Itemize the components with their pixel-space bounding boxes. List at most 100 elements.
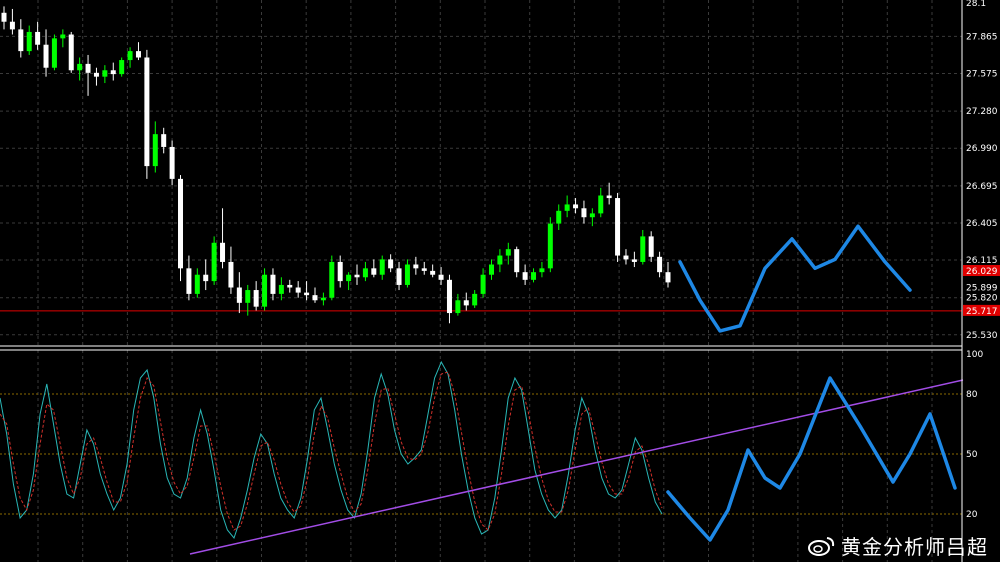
candle-body: [631, 259, 637, 262]
candle-body: [598, 195, 604, 214]
candle-body: [110, 70, 116, 75]
price-tick-label: 26.990: [966, 144, 998, 154]
candle-body: [60, 34, 66, 39]
candle-body: [262, 274, 268, 307]
candle-body: [77, 63, 83, 71]
candle-body: [43, 44, 49, 68]
candle-body: [51, 38, 57, 68]
candle-body: [270, 274, 276, 294]
candle-body: [354, 274, 360, 278]
oscillator-tick-label: 20: [966, 510, 978, 520]
candle-body: [657, 256, 663, 273]
candle-body: [539, 268, 545, 273]
candle-body: [640, 236, 646, 262]
candle-body: [9, 21, 15, 30]
candle-body: [362, 268, 368, 278]
candle-body: [581, 208, 587, 218]
candle-body: [144, 57, 150, 167]
candle-body: [556, 210, 562, 224]
candle-body: [161, 134, 167, 147]
candle-body: [497, 255, 503, 265]
candle-body: [522, 272, 528, 280]
candle-body: [379, 259, 385, 275]
candle-body: [278, 284, 284, 294]
candle-body: [606, 195, 612, 199]
candle-body: [488, 264, 494, 275]
candle-body: [446, 279, 452, 314]
price-tick-label: 26.695: [966, 182, 998, 192]
candle-body: [169, 146, 175, 179]
oscillator-tick-label: 50: [966, 450, 978, 460]
candle-body: [455, 300, 461, 314]
candle-body: [295, 287, 301, 293]
candle-body: [26, 31, 32, 52]
candle-body: [346, 274, 352, 282]
candle-body: [531, 272, 537, 280]
candle-body: [186, 268, 192, 294]
price-value-label: 26.029: [966, 267, 998, 277]
candle-body: [320, 297, 326, 301]
oscillator-tick-label: 100: [966, 350, 983, 360]
watermark: 黄金分析师吕超: [807, 531, 988, 560]
candle-body: [35, 31, 41, 45]
candle-body: [421, 268, 427, 271]
candle-body: [135, 51, 141, 58]
price-tick-label: 27.280: [966, 107, 998, 117]
candle-body: [287, 284, 293, 288]
candle-body: [194, 274, 200, 294]
chart-canvas: 27.865 27.575 27.280 26.990 26.695 26.405 26.1…: [0, 0, 1000, 562]
candle-body: [220, 242, 226, 262]
candle-body: [665, 272, 671, 283]
candle-body: [388, 259, 394, 269]
oscillator-tick-label: 80: [966, 390, 978, 400]
candle-body: [329, 261, 335, 298]
candle-body: [371, 268, 377, 275]
price-tick-label: 26.405: [966, 219, 998, 229]
price-tick-label: 27.575: [966, 69, 998, 79]
candle-body: [589, 213, 595, 218]
candle-body: [245, 290, 251, 303]
candle-body: [648, 236, 654, 257]
candle-body: [127, 51, 133, 61]
price-tick-label: 27.865: [966, 32, 998, 42]
candle-body: [178, 178, 184, 269]
candle-body: [480, 274, 486, 294]
candle-body: [236, 287, 242, 303]
candle-body: [463, 300, 469, 306]
price-value-label: 25.899: [966, 284, 998, 294]
candle-body: [93, 72, 99, 77]
price-value-label: 25.717: [966, 307, 998, 317]
candle-body: [85, 63, 91, 73]
candle-body: [623, 255, 629, 260]
candle-body: [564, 204, 570, 211]
candle-body: [413, 264, 419, 269]
candle-body: [337, 261, 343, 282]
candle-body: [404, 264, 410, 285]
candle-body: [18, 29, 24, 52]
candle-body: [119, 60, 125, 75]
price-tick-label: 25.530: [966, 331, 998, 341]
candle-body: [438, 274, 444, 280]
candle-body: [472, 293, 478, 306]
weibo-icon: [808, 536, 835, 556]
candle-body: [102, 70, 108, 77]
candle-body: [152, 134, 158, 167]
price-tick-label: 28.1: [966, 0, 986, 9]
candle-body: [396, 268, 402, 285]
candle-body: [203, 274, 209, 282]
candle-body: [312, 295, 318, 301]
candle-body: [1, 12, 7, 22]
candle-body: [615, 198, 621, 256]
candle-body: [573, 204, 579, 209]
candle-body: [505, 249, 511, 256]
candle-body: [253, 290, 259, 307]
candle-body: [211, 242, 217, 282]
candle-body: [430, 270, 436, 275]
watermark-text: 黄金分析师吕超: [841, 535, 988, 559]
candle-body: [514, 249, 520, 273]
price-tick-label: 25.820: [966, 294, 998, 304]
price-tick-label: 26.115: [966, 256, 998, 266]
candle-body: [68, 34, 74, 71]
candle-body: [228, 261, 234, 288]
candle-body: [547, 223, 553, 269]
